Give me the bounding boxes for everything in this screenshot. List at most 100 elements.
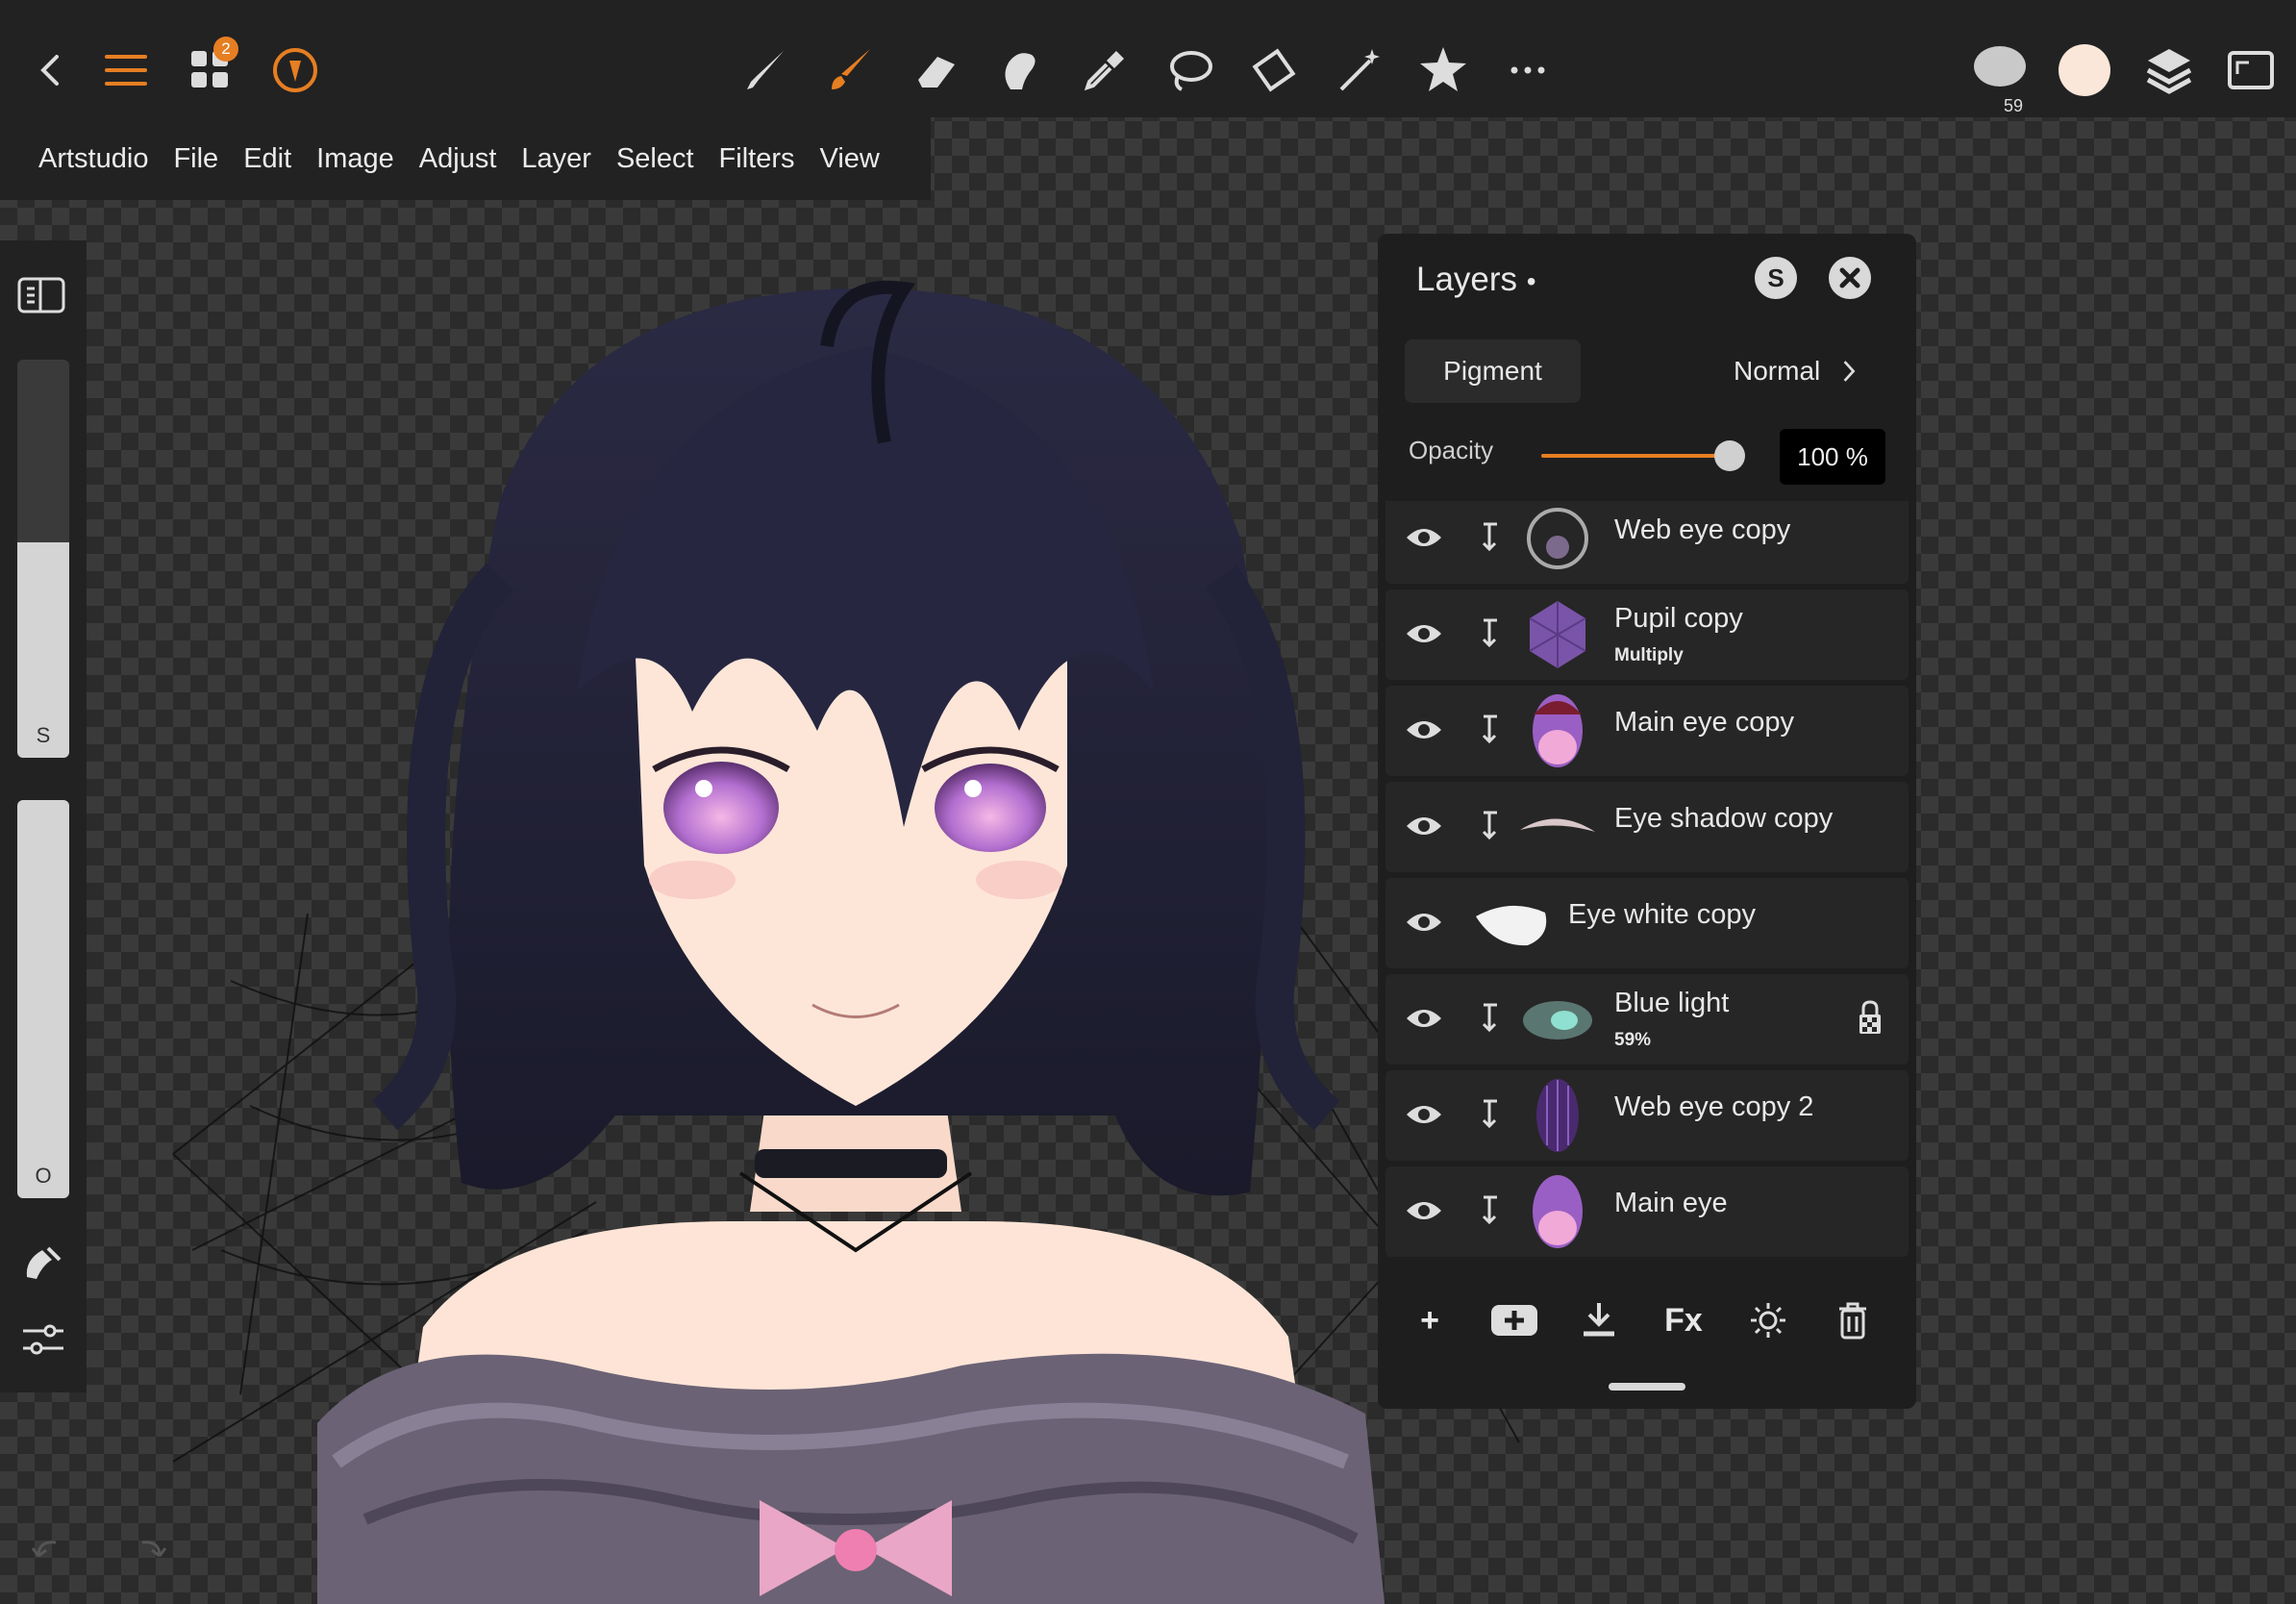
sun-icon [1751,1303,1785,1338]
canvas-artwork [172,280,1539,1604]
paint-brush-tool-icon[interactable] [817,37,885,104]
pencil-mode-icon[interactable] [262,37,329,104]
visibility-eye-icon[interactable] [1405,907,1443,938]
visibility-eye-icon[interactable] [1405,811,1443,841]
redo-icon[interactable] [131,1535,169,1564]
menu-view[interactable]: View [820,143,880,175]
layer-list[interactable]: Web eye copy Pupil copy Multiply Main ey… [1385,501,1909,1266]
lasso-tool-icon[interactable] [1156,37,1223,104]
lock-icon[interactable] [1857,999,1884,1036]
layer-thumbnail [1476,905,1547,946]
opacity-value-field[interactable]: 100 % [1780,429,1885,485]
brush-opacity-slider-fill [17,800,69,1198]
merge-down-icon [1584,1303,1614,1337]
layer-thumbnail [1527,508,1588,569]
clipping-mask-icon [1482,1099,1497,1129]
menu-edit[interactable]: Edit [243,143,291,175]
layer-thumbnail [1523,1001,1592,1040]
quick-fill-icon[interactable] [21,1241,65,1285]
layer-thumbnail [1533,694,1583,767]
back-icon[interactable] [17,37,85,104]
layer-row[interactable]: Pupil copy Multiply [1385,589,1909,680]
s-button[interactable]: S [1755,257,1797,299]
star-favorites-icon[interactable] [1410,37,1477,104]
layer-opacity: 59% [1614,1030,1652,1050]
layers-icon[interactable] [2135,37,2203,104]
close-icon [1839,267,1860,288]
color-swatch[interactable] [2051,37,2118,104]
menu-adjust[interactable]: Adjust [419,143,497,175]
brush-size-slider-label: S [36,723,51,747]
layer-effects-button[interactable]: Fx [1655,1291,1712,1349]
opacity-label: Opacity [1409,436,1494,464]
sidebar-toggle-icon[interactable] [15,275,69,317]
apps-badge: 2 [213,37,238,62]
eraser-tool-icon[interactable] [902,37,969,104]
menu-filters[interactable]: Filters [719,143,795,175]
layer-name: Eye shadow copy [1614,803,1834,834]
left-sidebar: S O [0,240,87,1392]
panel-drag-handle[interactable] [1609,1383,1685,1391]
layers-panel-title: Layers • [1416,261,1536,299]
fullscreen-icon[interactable] [2217,37,2284,104]
layer-name: Main eye [1614,1188,1728,1218]
brush-tool-icon[interactable] [733,37,800,104]
layer-thumbnail [1529,601,1586,668]
visibility-eye-icon[interactable] [1405,1195,1443,1226]
magic-wand-tool-icon[interactable] [1325,37,1392,104]
add-group-button[interactable] [1485,1291,1543,1349]
layer-row[interactable]: Blue light 59% [1385,974,1909,1065]
clipping-mask-icon [1482,618,1497,648]
visibility-eye-icon[interactable] [1405,1003,1443,1034]
brush-size-swatch[interactable] [1966,31,2034,98]
smudge-tool-icon[interactable] [986,37,1054,104]
layer-row[interactable]: Web eye copy [1385,501,1909,584]
visibility-eye-icon[interactable] [1405,714,1443,745]
layer-row[interactable]: Main eye copy [1385,686,1909,776]
apps-grid-icon[interactable]: 2 [177,37,244,104]
blend-mode-select[interactable]: Normal [1734,339,1859,403]
visibility-eye-icon[interactable] [1405,1099,1443,1130]
eyedropper-tool-icon[interactable] [1071,37,1138,104]
more-tools-icon[interactable] [1494,37,1561,104]
clipping-mask-icon [1482,1195,1497,1225]
hamburger-menu-icon[interactable] [92,37,160,104]
layer-name: Pupil copy [1614,603,1743,634]
layers-title-text: Layers [1416,261,1518,298]
brush-opacity-slider[interactable]: O [17,800,69,1198]
menu-image[interactable]: Image [316,143,394,175]
delete-layer-button[interactable] [1824,1291,1882,1349]
layers-title-dot: • [1526,266,1536,296]
brush-size-slider[interactable]: S [17,360,69,758]
trash-icon [1839,1302,1866,1340]
menu-artstudio[interactable]: Artstudio [38,143,148,175]
opacity-slider-track[interactable] [1541,454,1730,458]
layers-panel: Layers • S Pigment Normal Opacity 100 % … [1378,234,1916,1409]
layer-name: Web eye copy 2 [1614,1091,1814,1122]
layer-adjustments-button[interactable] [1739,1291,1797,1349]
add-layer-button[interactable]: + [1401,1291,1459,1349]
merge-down-button[interactable] [1570,1291,1628,1349]
visibility-eye-icon[interactable] [1405,618,1443,649]
menu-file[interactable]: File [173,143,218,175]
pigment-button[interactable]: Pigment [1405,339,1581,403]
clipping-mask-icon [1482,811,1497,840]
clipping-mask-icon [1482,522,1497,552]
layer-name: Web eye copy [1614,514,1791,545]
opacity-slider-knob[interactable] [1714,440,1745,471]
layer-row[interactable]: Main eye [1385,1166,1909,1257]
visibility-eye-icon[interactable] [1405,522,1443,553]
transform-tool-icon[interactable] [1240,37,1308,104]
brush-settings-icon[interactable] [19,1317,67,1362]
layer-row[interactable]: Eye shadow copy [1385,782,1909,872]
undo-icon[interactable] [29,1535,67,1564]
layer-blend-mode: Multiply [1614,645,1684,665]
clipping-mask-icon [1482,1003,1497,1033]
close-panel-button[interactable] [1829,257,1871,299]
top-toolbar: 2 59 [0,0,2296,117]
layer-thumbnail [1536,1079,1579,1152]
layer-row[interactable]: Web eye copy 2 [1385,1070,1909,1161]
menu-select[interactable]: Select [616,143,694,175]
menu-layer[interactable]: Layer [521,143,591,175]
layer-row[interactable]: Eye white copy [1385,878,1909,968]
